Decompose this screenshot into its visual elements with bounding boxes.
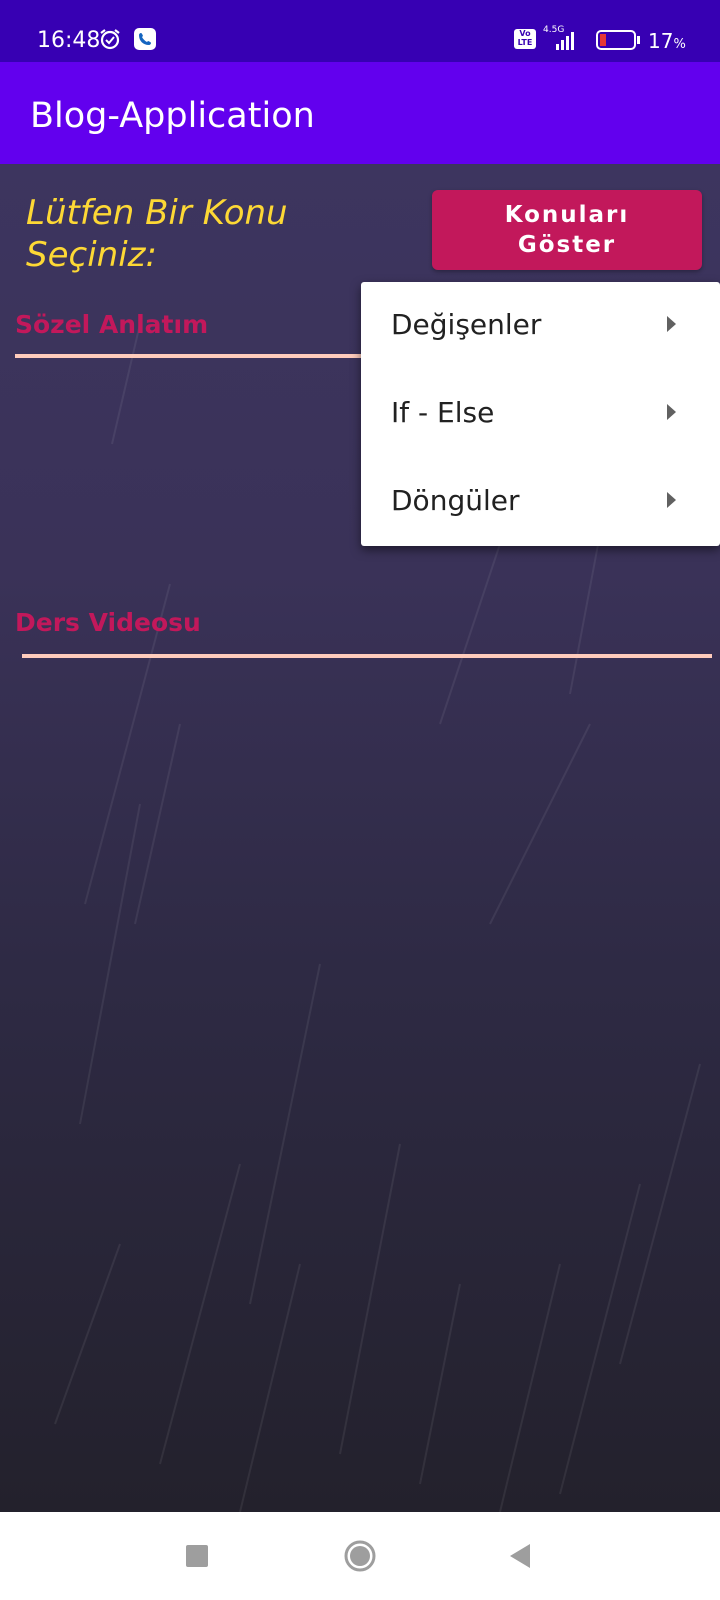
menu-item-if-else[interactable]: If - Else [361,370,720,458]
submenu-arrow-icon [667,316,676,332]
back-icon[interactable] [508,1542,532,1570]
status-bar: 16:48 Vo LTE 4.5G 17% [0,0,720,62]
battery-icon [596,30,642,55]
topics-popup-menu: Değişenler If - Else Döngüler [361,282,720,546]
submenu-arrow-icon [667,492,676,508]
show-topics-button-label: Konuları Göster [504,202,630,258]
signal-icon [556,30,578,55]
submenu-arrow-icon [667,404,676,420]
menu-item-donguler[interactable]: Döngüler [361,458,720,546]
menu-item-label: Döngüler [391,484,520,517]
status-time: 16:48 [37,28,101,53]
app-title: Blog-Application [30,96,315,136]
battery-percent: 17% [648,29,686,53]
text-explanation-divider [15,354,370,358]
topic-prompt: Lütfen Bir Konu Seçiniz: [26,193,288,275]
recents-icon[interactable] [186,1545,208,1567]
phone-app-icon [134,28,156,50]
app-bar: Blog-Application [0,62,720,164]
video-divider [22,654,712,658]
home-icon[interactable] [344,1540,376,1572]
menu-item-degisenler[interactable]: Değişenler [361,282,720,370]
show-topics-button[interactable]: Konuları Göster [432,190,702,270]
menu-item-label: If - Else [391,396,495,429]
volte-icon: Vo LTE [514,29,536,49]
menu-item-label: Değişenler [391,308,542,341]
video-label: Ders Videosu [15,608,201,637]
alarm-icon [98,27,122,56]
text-explanation-label: Sözel Anlatım [15,310,209,339]
